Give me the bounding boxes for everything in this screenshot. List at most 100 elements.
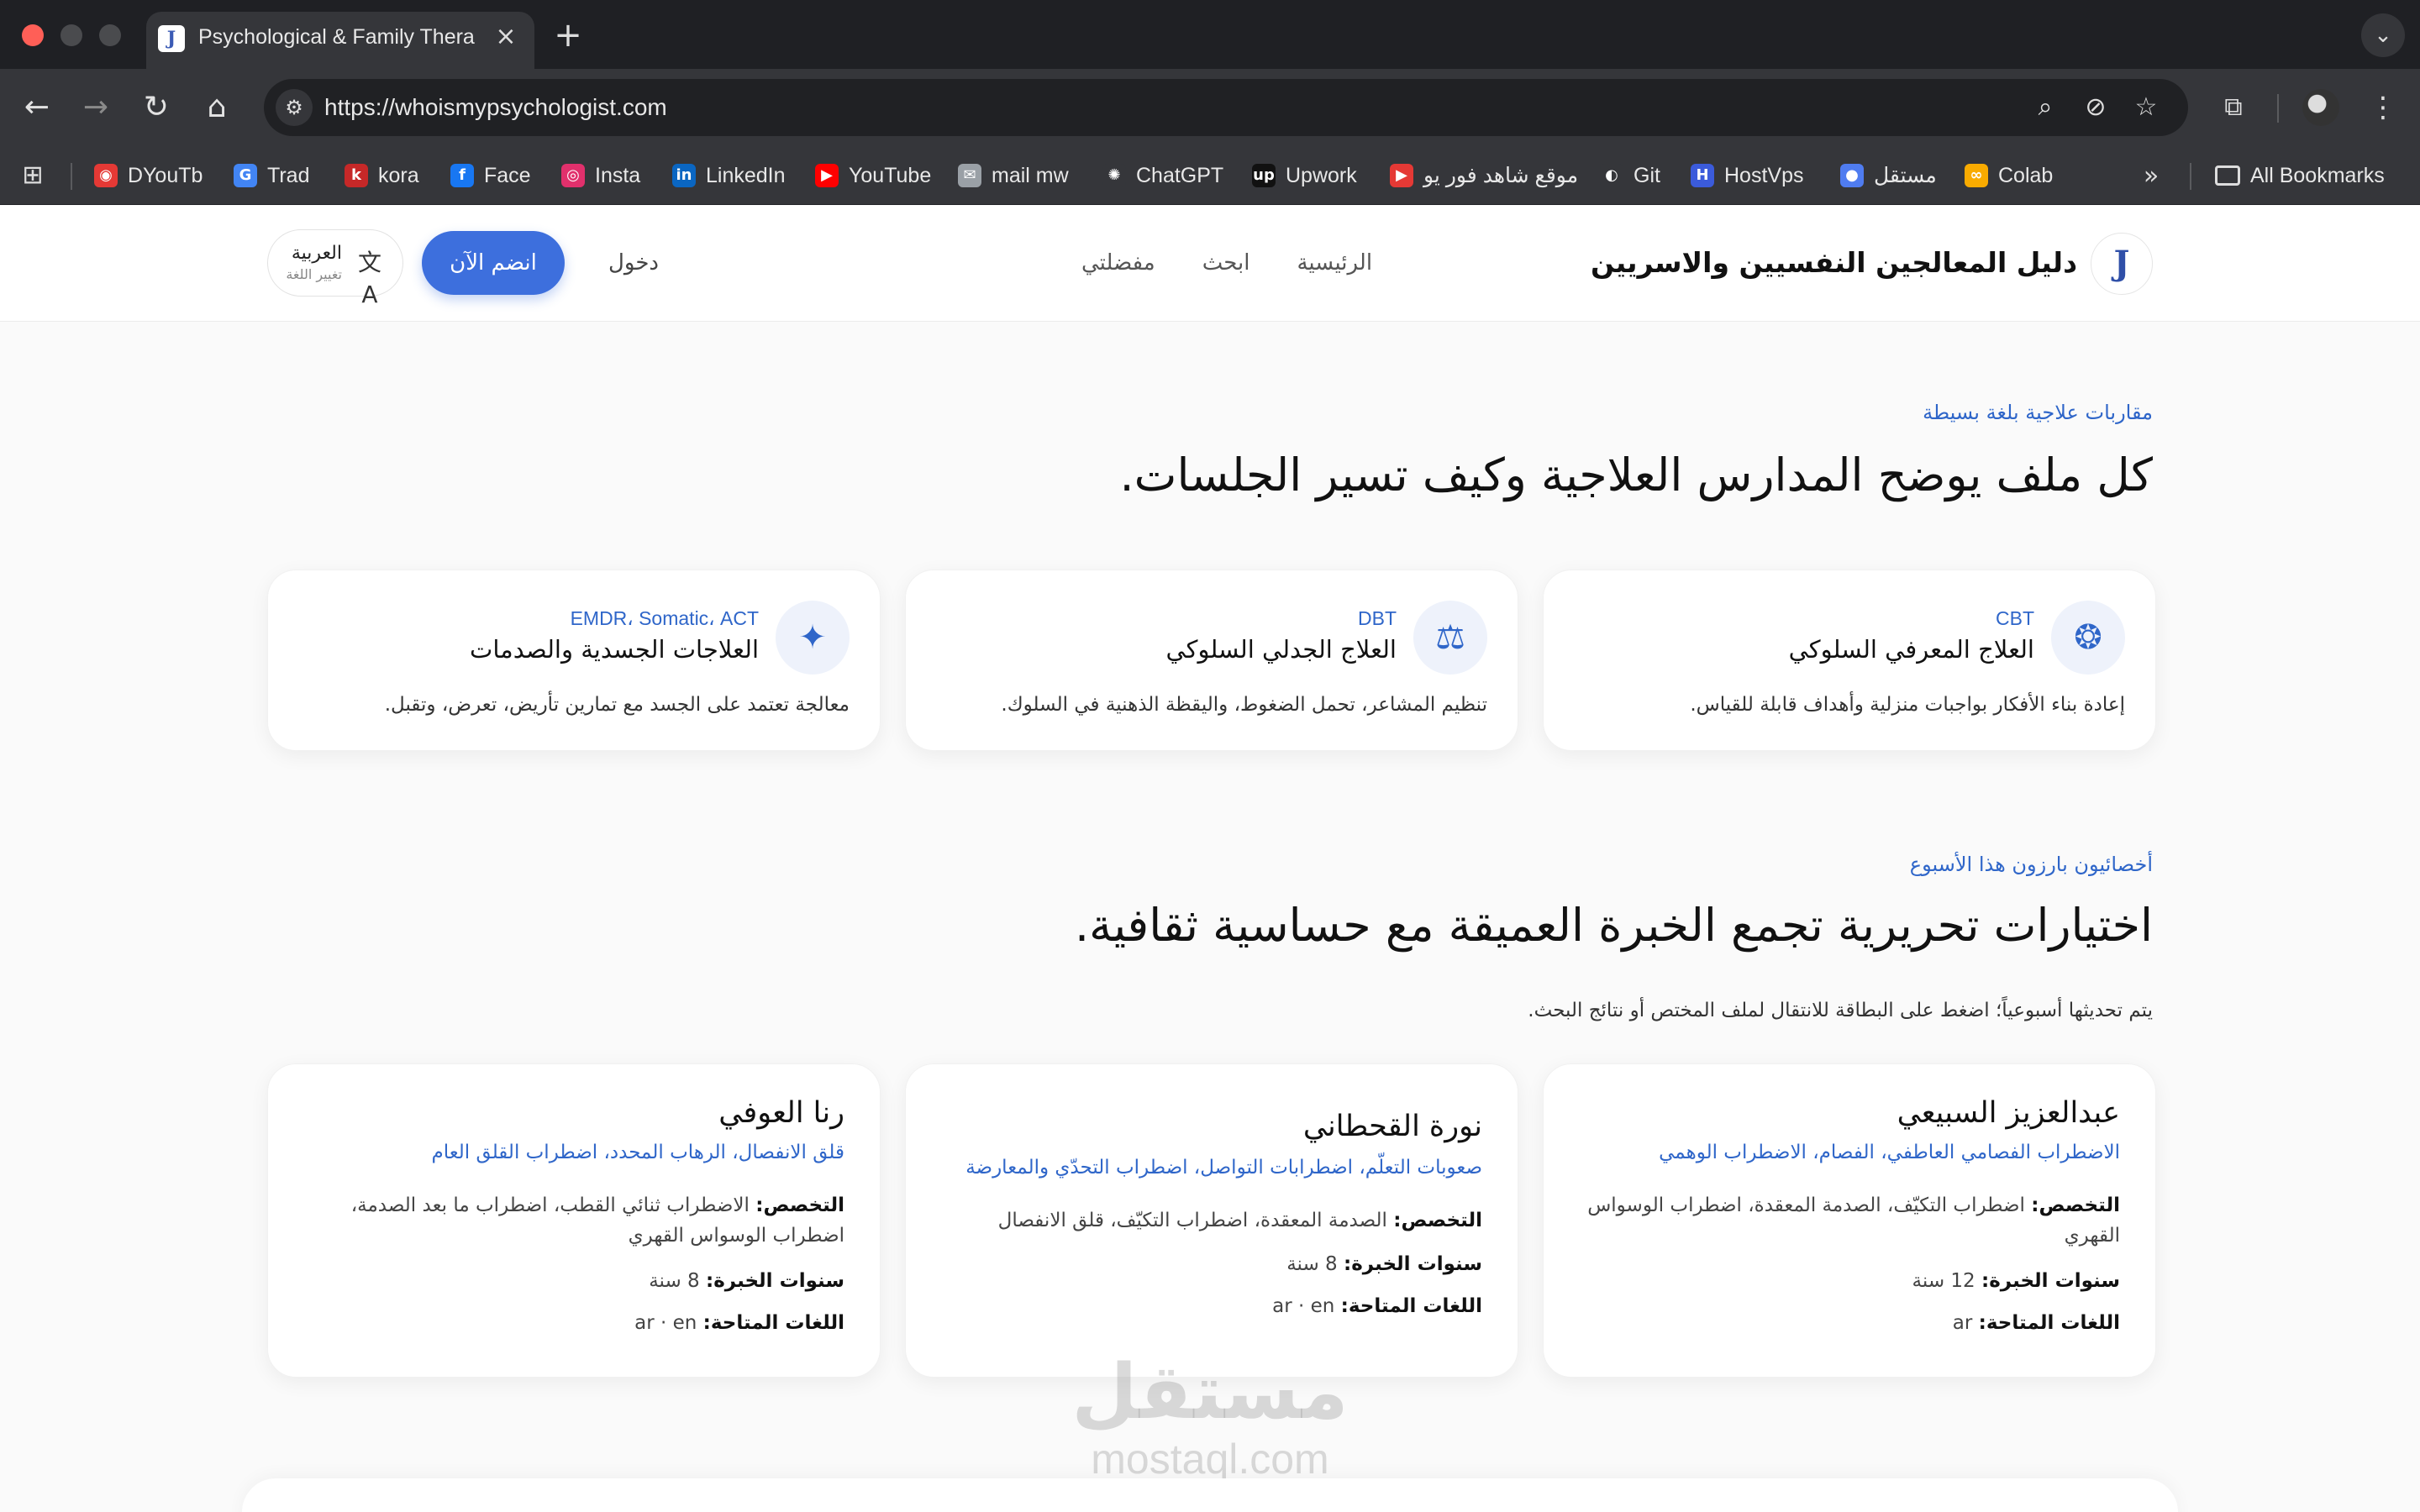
join-now-button[interactable]: انضم الآن: [422, 231, 565, 295]
watermark-arabic: مستقل: [1071, 1348, 1349, 1436]
site-settings-icon[interactable]: ⚙: [276, 89, 313, 126]
bookmark-label: LinkedIn: [706, 163, 786, 187]
therapist-name: عبدالعزيز السبيعي: [1897, 1096, 2120, 1130]
bookmark-item[interactable]: ▶ موقع شاهد فور يو: [1390, 158, 1578, 193]
language-switcher[interactable]: 文A العربية تغيير اللغة: [267, 229, 403, 308]
languages-value: ar: [1952, 1312, 1973, 1334]
browser-tab-active[interactable]: J Psychological & Family Thera ×: [146, 12, 534, 69]
home-icon[interactable]: ⌂: [198, 89, 235, 126]
window-zoom-button[interactable]: [99, 24, 121, 46]
specialty-label: التخصص:: [755, 1194, 844, 1216]
all-bookmarks-button[interactable]: All Bookmarks: [2215, 158, 2385, 193]
brain-icon: ❂: [2051, 601, 2125, 675]
bookmark-item[interactable]: ◉ DYouTb: [94, 158, 203, 193]
zoom-icon[interactable]: ⌕: [2028, 91, 2062, 124]
approach-name: العلاج المعرفي السلوكي: [1788, 635, 2034, 664]
therapist-tags: الاضطراب الفصامي العاطفي، الفصام، الاضطر…: [1659, 1142, 2120, 1163]
extensions-puzzle-icon[interactable]: ⧉: [2215, 89, 2252, 126]
therapist-years: سنوات الخبرة: 8 سنة: [303, 1266, 844, 1296]
therapist-languages: اللغات المتاحة: ar · en: [941, 1291, 1482, 1321]
tab-close-icon[interactable]: ×: [491, 22, 521, 52]
bookmarks-divider: [71, 163, 72, 190]
bookmark-star-icon[interactable]: ☆: [2129, 91, 2163, 124]
bookmark-item[interactable]: ✺ ChatGPT: [1102, 158, 1223, 193]
bookmark-favicon-icon: ▶: [815, 164, 839, 187]
therapist-specialty: التخصص: اضطراب التكيّف، الصدمة المعقدة، …: [1579, 1190, 2120, 1251]
therapist-card[interactable]: نورة القحطاني صعوبات التعلّم، اضطرابات ا…: [905, 1063, 1518, 1378]
years-label: سنوات الخبرة:: [706, 1270, 844, 1292]
bookmark-label: Insta: [595, 163, 641, 187]
approach-card-cbt[interactable]: ❂ CBT العلاج المعرفي السلوكي إعادة بناء …: [1543, 570, 2156, 751]
nav-favorites[interactable]: مفضلتي: [1081, 239, 1155, 286]
tab-search-chevron-icon[interactable]: ⌄: [2361, 13, 2405, 57]
browser-menu-icon[interactable]: ⋮: [2365, 89, 2402, 126]
bookmark-favicon-icon: ◐: [1600, 164, 1623, 187]
bookmark-item[interactable]: f Face: [450, 158, 531, 193]
bookmark-favicon-icon: ∞: [1965, 164, 1988, 187]
language-name: العربية: [291, 243, 342, 264]
bookmark-label: HostVps: [1724, 163, 1804, 187]
specialty-label: التخصص:: [1393, 1210, 1482, 1231]
bookmark-favicon-icon: ◎: [561, 164, 585, 187]
therapist-name: نورة القحطاني: [1302, 1110, 1482, 1143]
bookmark-label: موقع شاهد فور يو: [1423, 164, 1579, 187]
watermark-latin: mostaql.com: [1091, 1436, 1329, 1483]
bookmark-item[interactable]: ∞ Colab: [1965, 158, 2053, 193]
languages-label: اللغات المتاحة:: [1340, 1295, 1482, 1317]
apps-grid-icon[interactable]: ⊞: [17, 160, 49, 192]
bookmark-label: DYouTb: [128, 163, 203, 187]
therapist-card[interactable]: رنا العوفي قلق الانفصال، الرهاب المحدد، …: [267, 1063, 881, 1378]
bookmark-item[interactable]: ◎ Insta: [561, 158, 640, 193]
bookmarks-bar: ⊞ ◉ DYouTb G Trad k kora f Face ◎ Insta in LinkedIn…: [0, 146, 2420, 205]
address-bar[interactable]: ⚙ https://whoismypsychologist.com ⌕ ⊘ ☆: [264, 79, 2188, 136]
approach-desc: تنظيم المشاعر، تحمل الضغوط، واليقظة الذه…: [1001, 694, 1487, 716]
approaches-eyebrow: مقاربات علاجية بلغة بسيطة: [1923, 401, 2153, 424]
address-url[interactable]: https://whoismypsychologist.com: [324, 91, 667, 124]
approach-name: العلاجات الجسدية والصدمات: [470, 635, 759, 664]
bookmark-item[interactable]: G Trad: [234, 158, 309, 193]
bookmark-label: Face: [484, 163, 531, 187]
site-logo[interactable]: J: [2091, 233, 2153, 295]
therapist-years: سنوات الخبرة: 8 سنة: [941, 1249, 1482, 1279]
featured-heading: اختيارات تحريرية تجمع الخبرة العميقة مع …: [1074, 899, 2153, 952]
bookmark-item[interactable]: ▶ YouTube: [815, 158, 931, 193]
bookmark-favicon-icon: ●: [1840, 164, 1864, 187]
bookmark-favicon-icon: G: [234, 164, 257, 187]
next-section-card: [242, 1478, 2178, 1512]
back-arrow-icon[interactable]: ←: [18, 89, 55, 126]
all-bookmarks-label: All Bookmarks: [2250, 163, 2385, 187]
bookmark-label: kora: [378, 163, 419, 187]
bookmark-favicon-icon: ◉: [94, 164, 118, 187]
therapist-card[interactable]: عبدالعزيز السبيعي الاضطراب الفصامي العاط…: [1543, 1063, 2156, 1378]
bookmark-item[interactable]: k kora: [345, 158, 419, 193]
eye-off-icon[interactable]: ⊘: [2079, 91, 2112, 124]
approach-card-somatic[interactable]: ✦ EMDR، Somatic، ACT العلاجات الجسدية وا…: [267, 570, 881, 751]
bookmark-item[interactable]: ◐ Git: [1600, 158, 1660, 193]
nav-home[interactable]: الرئيسية: [1297, 239, 1372, 286]
window-minimize-button[interactable]: [60, 24, 82, 46]
forward-arrow-icon[interactable]: →: [77, 89, 114, 126]
languages-value: ar · en: [634, 1312, 697, 1334]
approach-card-dbt[interactable]: ⚖ DBT العلاج الجدلي السلوكي تنظيم المشاع…: [905, 570, 1518, 751]
bookmark-favicon-icon: ▶: [1390, 164, 1413, 187]
window-close-button[interactable]: [22, 24, 44, 46]
login-link[interactable]: دخول: [608, 239, 659, 286]
site-title[interactable]: دليل المعالجين النفسيين والاسريين: [1591, 239, 2077, 286]
bookmark-item[interactable]: H HostVps: [1691, 158, 1803, 193]
specialty-label: التخصص:: [2031, 1194, 2120, 1216]
years-value: 8 سنة: [1286, 1253, 1338, 1275]
featured-lead: يتم تحديثها أسبوعياً؛ اضغط على البطاقة ل…: [1528, 1000, 2153, 1021]
more-bookmarks-icon[interactable]: »: [2134, 160, 2168, 193]
bookmark-favicon-icon: ✉: [958, 164, 981, 187]
profile-avatar[interactable]: [2302, 89, 2339, 126]
sparkles-icon: ✦: [776, 601, 850, 675]
new-tab-button[interactable]: +: [550, 17, 587, 54]
bookmark-item[interactable]: ✉ mail mw: [958, 158, 1069, 193]
nav-search[interactable]: ابحث: [1202, 239, 1250, 286]
reload-icon[interactable]: ↻: [138, 89, 175, 126]
bookmark-item[interactable]: in LinkedIn: [672, 158, 786, 193]
bookmark-item[interactable]: up Upwork: [1252, 158, 1357, 193]
bookmark-label: ChatGPT: [1136, 163, 1224, 187]
language-change-label: تغيير اللغة: [286, 266, 342, 282]
bookmark-item[interactable]: ● مستقل: [1840, 158, 1937, 193]
